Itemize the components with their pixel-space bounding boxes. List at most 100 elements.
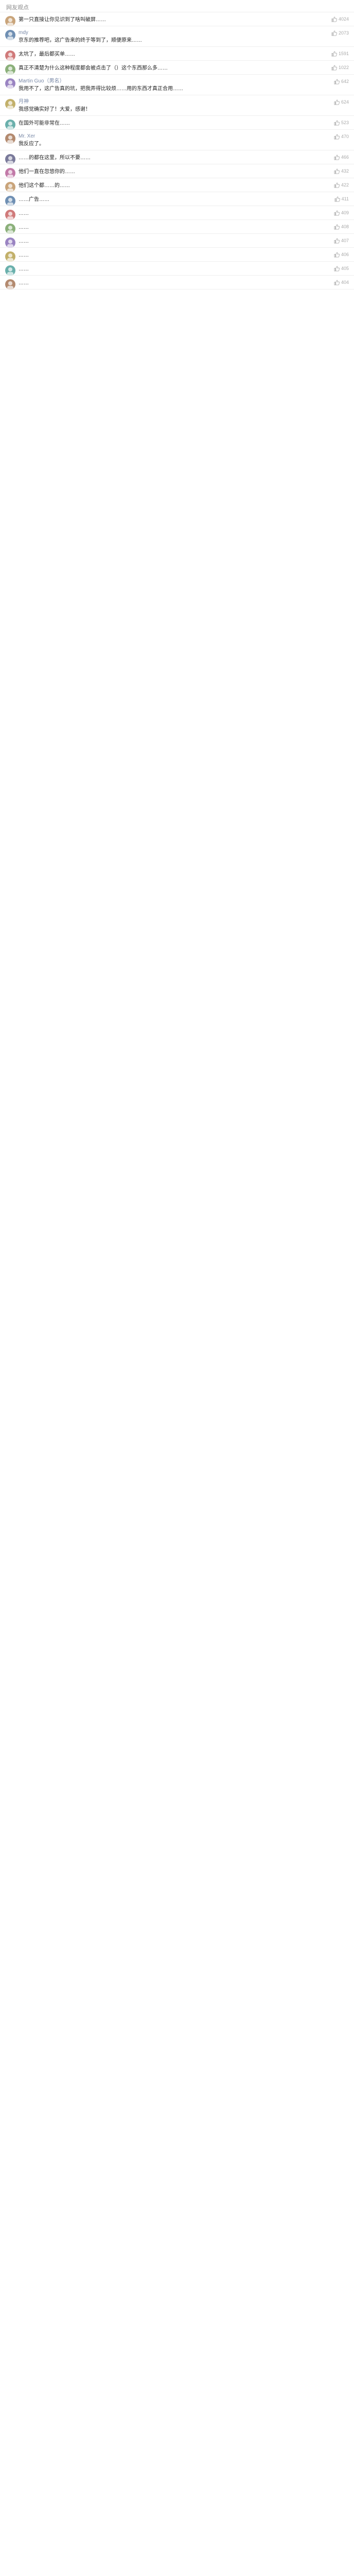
comment-text: 我反应了。 xyxy=(19,141,44,147)
comment-text: …… xyxy=(19,225,29,230)
thumbs-up-icon xyxy=(331,30,337,36)
avatar[interactable] xyxy=(5,133,15,144)
thumbs-up-icon xyxy=(334,224,340,230)
comment-text: 第一只直接让你见识到了啥叫破屏…… xyxy=(19,17,106,23)
like-count: 4024 xyxy=(338,16,349,22)
comment-text: 他们这个都……的…… xyxy=(19,183,70,189)
comment-text: …… xyxy=(19,252,29,258)
avatar[interactable] xyxy=(5,265,15,276)
avatar[interactable] xyxy=(5,99,15,109)
like-count: 624 xyxy=(341,99,349,105)
comment-text: …… xyxy=(19,266,29,272)
like-button[interactable]: 408 xyxy=(334,224,349,230)
avatar[interactable] xyxy=(5,168,15,178)
like-button[interactable]: 523 xyxy=(334,120,349,126)
avatar[interactable] xyxy=(5,279,15,290)
like-button[interactable]: 642 xyxy=(334,79,349,84)
comment-item: …… 408 xyxy=(0,220,354,234)
thumbs-up-icon xyxy=(334,168,340,174)
thumbs-up-icon xyxy=(331,51,337,57)
avatar[interactable] xyxy=(5,251,15,262)
comment-text: 他们一直在忽悠你的…… xyxy=(19,169,75,175)
avatar[interactable] xyxy=(5,50,15,61)
like-count: 406 xyxy=(341,252,349,257)
like-button[interactable]: 466 xyxy=(334,155,349,160)
thumbs-up-icon xyxy=(334,134,340,140)
like-count: 470 xyxy=(341,134,349,139)
comment-text: ……的都在这里，所以不要…… xyxy=(19,155,91,161)
like-count: 2073 xyxy=(338,30,349,36)
thumbs-up-icon xyxy=(334,238,340,244)
thumbs-up-icon xyxy=(331,65,337,71)
like-button[interactable]: 409 xyxy=(334,210,349,216)
thumbs-up-icon xyxy=(334,79,340,84)
comment-author[interactable]: Martin Guo（男名） xyxy=(19,78,318,84)
comment-list: 第一只直接让你见识到了啥叫破屏…… 4024 mdy 京东的推荐吧，这广告来的终于等到… xyxy=(0,12,354,290)
comment-item: 太坑了，最后都买单…… 1591 xyxy=(0,47,354,61)
like-count: 408 xyxy=(341,224,349,229)
like-button[interactable]: 407 xyxy=(334,238,349,244)
comment-item: ……广告…… 411 xyxy=(0,192,354,206)
comment-text: …… xyxy=(19,211,29,216)
like-button[interactable]: 2073 xyxy=(331,30,349,36)
comment-author[interactable]: 月神 xyxy=(19,98,318,105)
like-button[interactable]: 432 xyxy=(334,168,349,174)
comments-page: 网友观点 第一只直接让你见识到了啥叫破屏…… 4024 mdy 京东的推荐吧，这广告来… xyxy=(0,0,354,290)
comment-item: mdy 京东的推荐吧，这广告来的终于等到了，顺便原来…… 2073 xyxy=(0,26,354,47)
avatar[interactable] xyxy=(5,238,15,248)
like-count: 1591 xyxy=(338,51,349,56)
like-button[interactable]: 404 xyxy=(334,280,349,285)
like-count: 411 xyxy=(341,196,349,201)
thumbs-up-icon xyxy=(334,120,340,126)
comment-item: 月神 我感觉确实好了！大爱，感谢！ 624 xyxy=(0,95,354,116)
like-count: 404 xyxy=(341,280,349,285)
avatar[interactable] xyxy=(5,224,15,234)
like-button[interactable]: 470 xyxy=(334,134,349,140)
avatar[interactable] xyxy=(5,16,15,26)
avatar[interactable] xyxy=(5,196,15,206)
avatar[interactable] xyxy=(5,154,15,164)
thumbs-up-icon xyxy=(334,155,340,160)
like-count: 466 xyxy=(341,155,349,160)
comment-text: ……广告…… xyxy=(19,197,49,202)
like-button[interactable]: 624 xyxy=(334,99,349,105)
thumbs-up-icon xyxy=(334,210,340,216)
like-button[interactable]: 4024 xyxy=(331,16,349,22)
comment-text: 在国外可能非常在…… xyxy=(19,121,70,126)
comment-text: 我用不了，这广告真的坑，把我弄得比较烦……用的东西才真正合用…… xyxy=(19,86,183,92)
like-button[interactable]: 405 xyxy=(334,266,349,272)
comment-item: 第一只直接让你见识到了啥叫破屏…… 4024 xyxy=(0,12,354,26)
like-count: 409 xyxy=(341,210,349,215)
comment-item: …… 404 xyxy=(0,276,354,290)
like-button[interactable]: 1022 xyxy=(331,65,349,71)
comment-author[interactable]: mdy xyxy=(19,29,318,36)
comment-item: 他们一直在忽悠你的…… 432 xyxy=(0,164,354,178)
comment-item: …… 409 xyxy=(0,206,354,220)
comment-text: 京东的推荐吧，这广告来的终于等到了，顺便原来…… xyxy=(19,38,142,43)
thumbs-up-icon xyxy=(334,182,340,188)
like-button[interactable]: 411 xyxy=(334,196,349,202)
avatar[interactable] xyxy=(5,120,15,130)
avatar[interactable] xyxy=(5,210,15,220)
comment-author[interactable]: Mr. Xer xyxy=(19,133,318,140)
like-button[interactable]: 406 xyxy=(334,252,349,258)
like-count: 405 xyxy=(341,266,349,271)
comment-item: …… 407 xyxy=(0,234,354,248)
like-button[interactable]: 422 xyxy=(334,182,349,188)
section-header: 网友观点 xyxy=(0,0,354,12)
like-count: 432 xyxy=(341,168,349,174)
like-button[interactable]: 1591 xyxy=(331,51,349,57)
comment-text: …… xyxy=(19,280,29,286)
comment-item: ……的都在这里，所以不要…… 466 xyxy=(0,150,354,164)
like-count: 523 xyxy=(341,120,349,125)
section-title: 网友观点 xyxy=(6,5,29,11)
avatar[interactable] xyxy=(5,182,15,192)
thumbs-up-icon xyxy=(331,16,337,22)
avatar[interactable] xyxy=(5,64,15,75)
thumbs-up-icon xyxy=(334,280,340,285)
avatar[interactable] xyxy=(5,78,15,89)
comment-item: …… 405 xyxy=(0,262,354,276)
avatar[interactable] xyxy=(5,30,15,40)
comment-text: …… xyxy=(19,239,29,244)
comment-item: 他们这个都……的…… 422 xyxy=(0,178,354,192)
